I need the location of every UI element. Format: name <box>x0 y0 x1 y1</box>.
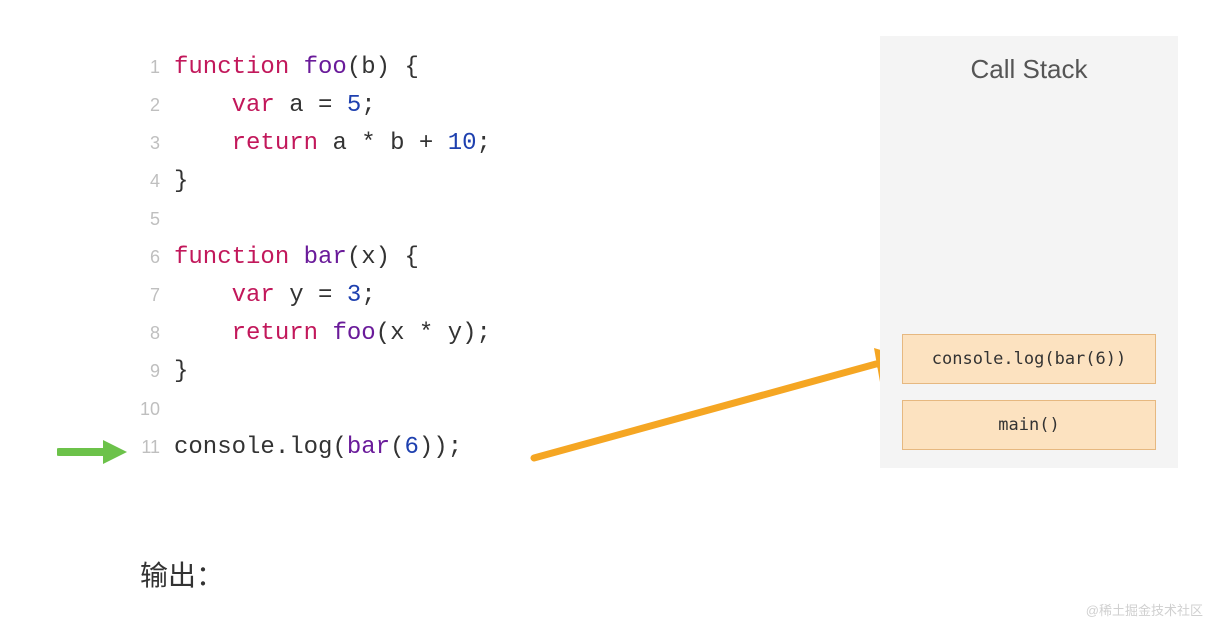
code-line: 10 <box>130 390 491 428</box>
code-text: } <box>174 353 188 391</box>
call-stack-title: Call Stack <box>970 54 1087 85</box>
line-number: 10 <box>130 390 174 428</box>
code-line: 11console.log(bar(6)); <box>130 428 491 466</box>
code-line: 4} <box>130 162 491 200</box>
line-number: 5 <box>130 200 174 238</box>
line-number: 11 <box>130 428 174 466</box>
call-stack-panel: Call Stack console.log(bar(6)) main() <box>880 36 1178 468</box>
code-line: 6function bar(x) { <box>130 238 491 276</box>
code-text: var a = 5; <box>174 87 376 125</box>
line-number: 3 <box>130 124 174 162</box>
line-number: 7 <box>130 276 174 314</box>
line-number: 9 <box>130 352 174 390</box>
code-line: 7 var y = 3; <box>130 276 491 314</box>
line-number: 4 <box>130 162 174 200</box>
code-line: 2 var a = 5; <box>130 86 491 124</box>
code-text: var y = 3; <box>174 277 376 315</box>
push-to-stack-arrow-icon <box>528 348 908 468</box>
output-label: 输出： <box>140 554 224 594</box>
code-block: 1function foo(b) {2 var a = 5;3 return a… <box>130 48 491 466</box>
code-line: 1function foo(b) { <box>130 48 491 86</box>
code-text: } <box>174 163 188 201</box>
code-line: 9} <box>130 352 491 390</box>
code-text: return a * b + 10; <box>174 125 491 163</box>
code-text: function foo(b) { <box>174 49 419 87</box>
code-text: function bar(x) { <box>174 239 419 277</box>
code-text: console.log(bar(6)); <box>174 429 462 467</box>
stack-frame-top: console.log(bar(6)) <box>902 334 1156 384</box>
code-line: 3 return a * b + 10; <box>130 124 491 162</box>
current-line-arrow-icon <box>57 438 127 466</box>
line-number: 8 <box>130 314 174 352</box>
line-number: 1 <box>130 48 174 86</box>
line-number: 2 <box>130 86 174 124</box>
code-line: 5 <box>130 200 491 238</box>
watermark: @稀土掘金技术社区 <box>1086 600 1203 619</box>
code-line: 8 return foo(x * y); <box>130 314 491 352</box>
stack-frame-bottom: main() <box>902 400 1156 450</box>
code-text: return foo(x * y); <box>174 315 491 353</box>
line-number: 6 <box>130 238 174 276</box>
